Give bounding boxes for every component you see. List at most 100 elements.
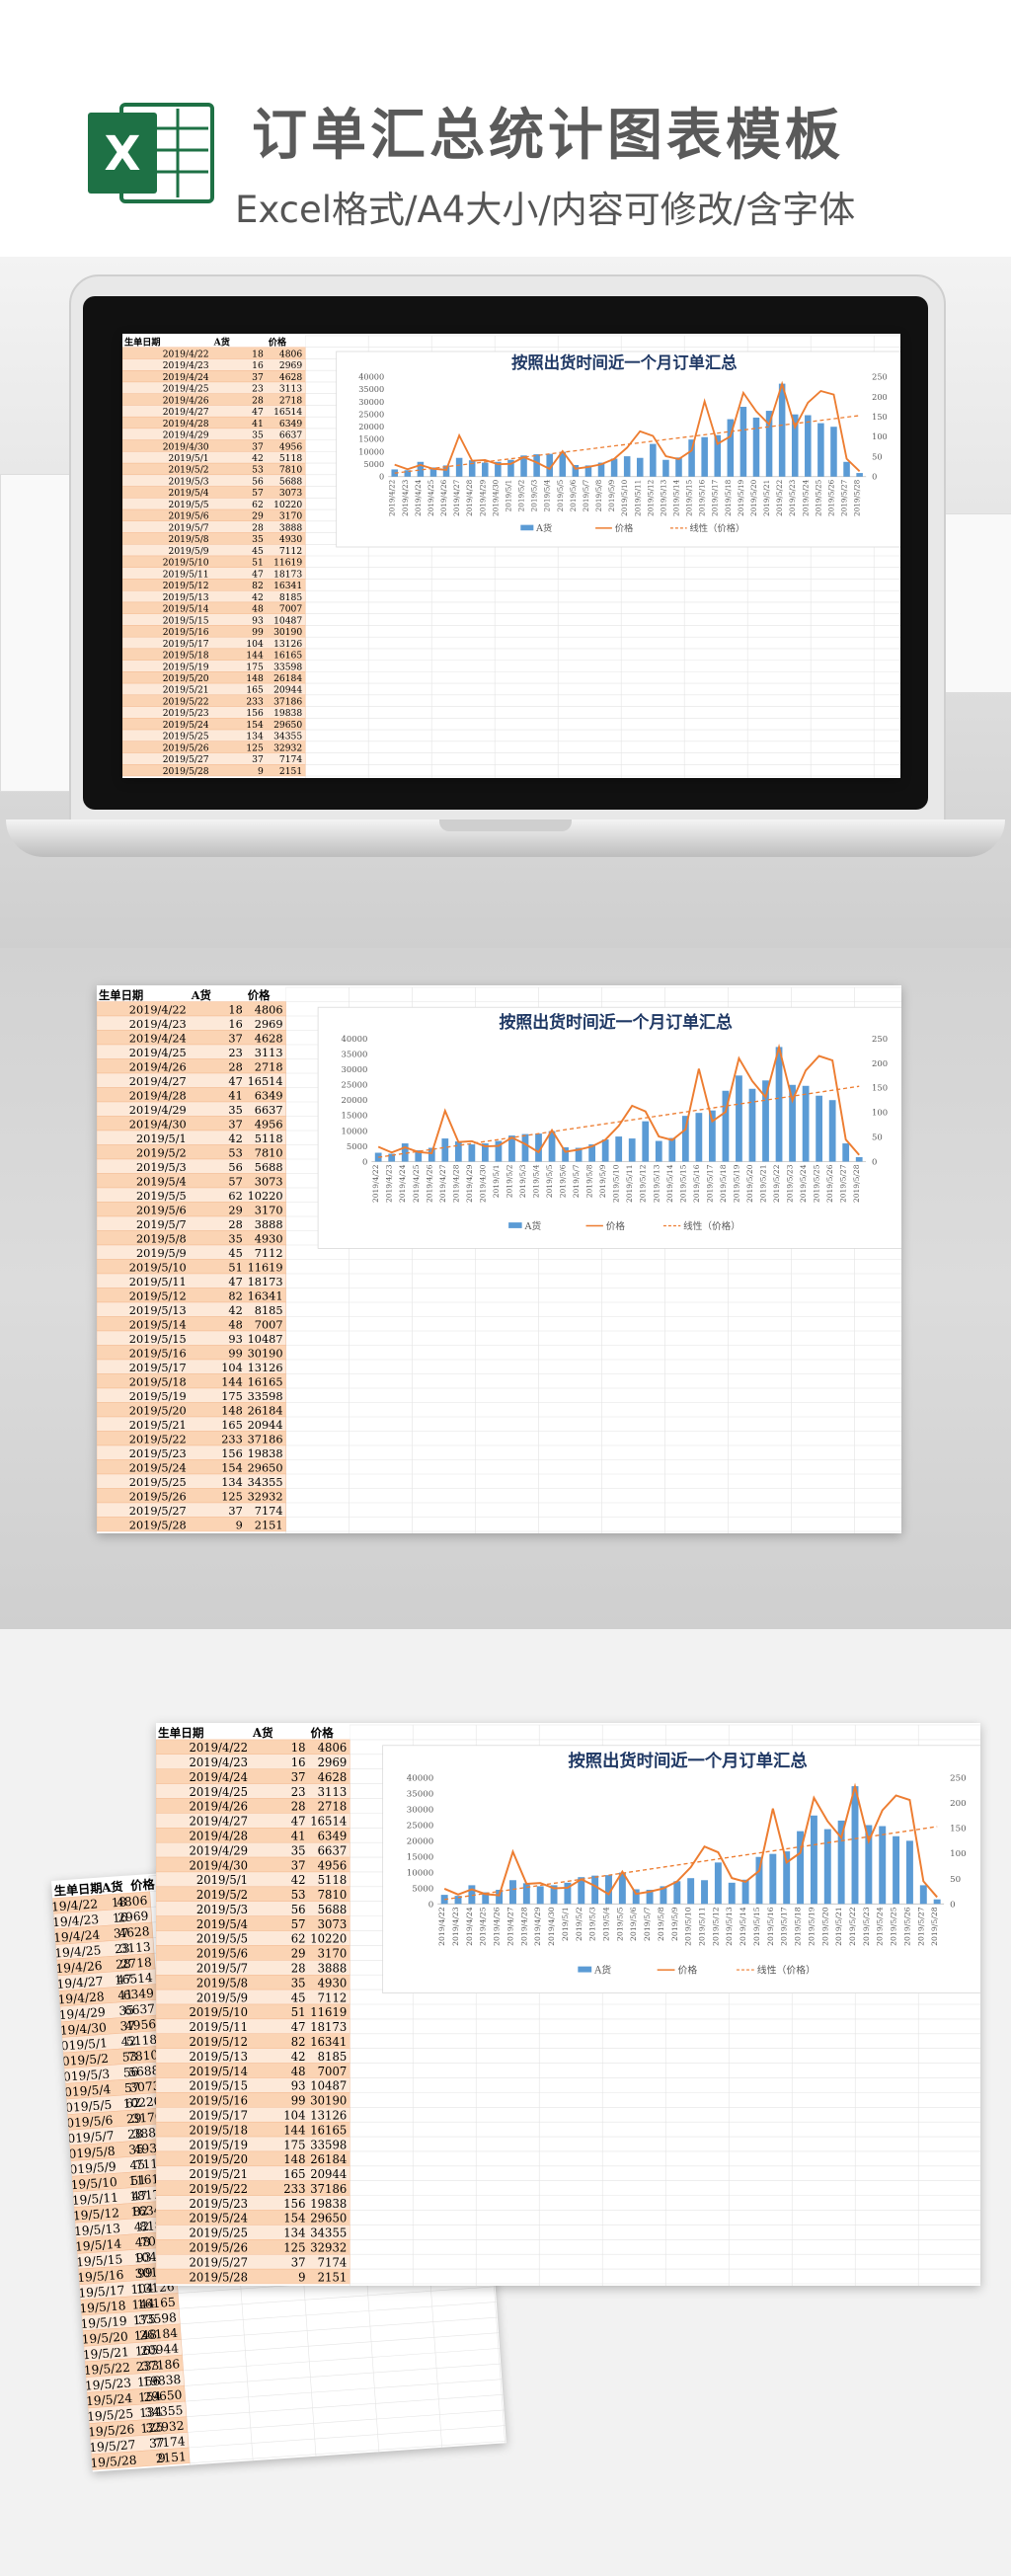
table-cell-price: 2969: [117, 1909, 149, 1924]
table-cell-price: 7810: [255, 1146, 283, 1159]
table-row: [122, 393, 306, 406]
table-row: [122, 428, 306, 440]
table-cell-price: 34355: [310, 2226, 347, 2240]
table-cell-qty: 62: [228, 1190, 242, 1203]
table-cell-date: 2019/5/21: [129, 1419, 187, 1432]
table-cell-date: 2019/5/22: [163, 697, 209, 707]
x-tick-label: 2019/5/4: [532, 1164, 541, 1198]
table-cell-price: 16514: [248, 1075, 283, 1088]
table-cell-price: 2151: [318, 2270, 348, 2284]
y-right-tick-label: 250: [872, 1034, 888, 1044]
x-tick-label: 2019/5/26: [902, 1907, 911, 1946]
table-cell-price: 37186: [273, 697, 302, 707]
table-cell-qty: 48: [291, 2065, 306, 2078]
table-cell-date: 2019/4/24: [163, 373, 209, 383]
combo-chart: 按照出货时间近一个月订单汇总 0 5000 10000 15000 20000 25000 3…: [336, 351, 900, 548]
table-cell-date: 2019/5/27: [189, 2255, 248, 2269]
table-cell-qty: 125: [246, 743, 264, 753]
table-header-cell: 价格: [310, 1726, 334, 1740]
table-cell-price: 13126: [273, 640, 302, 650]
table-cell-date: 2019/5/28: [163, 767, 209, 777]
table-cell-price: 2151: [279, 767, 302, 777]
x-tick-label: 2019/5/22: [848, 1907, 857, 1946]
chart-area: [317, 1006, 901, 1249]
bar-a: [905, 1840, 913, 1905]
bar-a: [856, 473, 863, 477]
table-cell-date: 2019/5/9: [196, 1991, 248, 2004]
x-tick-label: 2019/5/28: [852, 1164, 861, 1203]
data-table: 生单日期 A货 价格 2019/4/22 18 4806 2019/4/23 16 2969 20…: [122, 336, 306, 777]
table-cell-qty: 104: [283, 2108, 305, 2122]
x-tick-label: 2019/5/23: [786, 1164, 795, 1203]
table-cell-qty: 134: [246, 733, 264, 742]
table-cell-price: 4806: [255, 1003, 283, 1016]
x-tick-label: 2019/4/28: [451, 1164, 460, 1203]
table-row: [122, 508, 306, 521]
table-cell-qty: 233: [221, 1433, 243, 1445]
table-cell-date: 2019/5/1: [196, 1873, 248, 1887]
table-row: [122, 752, 306, 765]
table-cell-price: 32932: [248, 1490, 283, 1503]
bar-a: [765, 411, 773, 477]
table-cell-date: 2019/5/7: [169, 523, 209, 533]
bar-a: [855, 1157, 863, 1162]
x-tick-label: 2019/5/27: [916, 1907, 925, 1946]
table-cell-qty: 154: [246, 721, 264, 731]
table-cell-qty: 154: [221, 1461, 243, 1474]
table-cell-date: 2019/4/27: [189, 1815, 248, 1829]
table-cell-qty: 18: [228, 1003, 242, 1016]
x-tick-label: 2019/5/25: [814, 479, 822, 516]
table-cell-price: 4628: [255, 1032, 283, 1045]
table-cell-date: 2019/5/8: [196, 1976, 248, 1990]
bar-a: [642, 1121, 650, 1162]
table-cell-qty: 47: [228, 1075, 242, 1088]
table-cell-date: 2019/5/24: [163, 721, 209, 731]
x-tick-label: 2019/4/28: [519, 1907, 528, 1946]
bar-a: [816, 1095, 823, 1162]
bar-a: [673, 1881, 681, 1905]
bar-a: [919, 1885, 927, 1905]
bar-a: [817, 423, 824, 477]
bar-a: [802, 1085, 810, 1162]
combo-chart: 按照出货时间近一个月订单汇总 0 5000 10000 15000 20000 25000 3…: [382, 1745, 980, 1994]
table-cell-price: 34355: [248, 1476, 283, 1489]
y-left-tick-label: 10000: [342, 1126, 368, 1135]
x-tick-label: 2019/5/22: [775, 480, 784, 516]
table-header-cell: 价格: [130, 1877, 156, 1894]
x-tick-label: 2019/5/11: [625, 1164, 634, 1203]
table-cell-date: 2019/5/7: [196, 1962, 248, 1976]
table-cell-date: 2019/4/28: [163, 420, 209, 429]
table-cell-qty: 16: [291, 1756, 306, 1769]
table-cell-date: 2019/4/28: [189, 1829, 248, 1842]
table-cell-date: 2019/5/11: [129, 1276, 187, 1288]
bar-a: [893, 1835, 900, 1905]
table-cell-qty: 62: [291, 1932, 306, 1946]
table-cell-qty: 35: [291, 1976, 306, 1990]
x-tick-label: 2019/5/24: [801, 479, 810, 516]
table-cell-date: 2019/5/26: [163, 743, 209, 753]
table-cell-qty: 37: [228, 1505, 242, 1518]
table-cell-price: 6637: [255, 1104, 283, 1117]
table-cell-date: 2019/4/30: [129, 1118, 187, 1131]
bar-a: [668, 1137, 676, 1162]
table-cell-price: 11619: [310, 2005, 347, 2019]
table-cell-price: 10487: [273, 616, 302, 626]
x-tick-label: 2019/4/23: [451, 1907, 460, 1946]
table-cell-qty: 165: [283, 2167, 305, 2181]
table-cell-price: 2151: [155, 2450, 187, 2465]
x-tick-label: 2019/5/9: [670, 1907, 679, 1941]
x-tick-label: 2019/5/6: [559, 1164, 568, 1198]
x-tick-label: 2019/5/16: [766, 1907, 775, 1946]
table-cell-price: 8185: [318, 2050, 348, 2064]
y-left-tick-label: 35000: [358, 384, 384, 394]
x-tick-label: 2019/5/3: [530, 479, 539, 511]
table-cell-price: 16165: [310, 2123, 347, 2137]
bar-a: [615, 1136, 623, 1162]
x-tick-label: 2019/5/21: [759, 1164, 768, 1203]
table-row: [122, 381, 306, 394]
sheet-svg: 生单日期A货价格2019/4/221848062019/4/2316296920…: [156, 1724, 980, 2286]
table-row: [122, 358, 306, 371]
x-tick-label: 2019/5/13: [652, 1164, 661, 1203]
table-cell-qty: 144: [283, 2123, 305, 2137]
table-cell-date: 2019/5/4: [196, 1917, 248, 1931]
